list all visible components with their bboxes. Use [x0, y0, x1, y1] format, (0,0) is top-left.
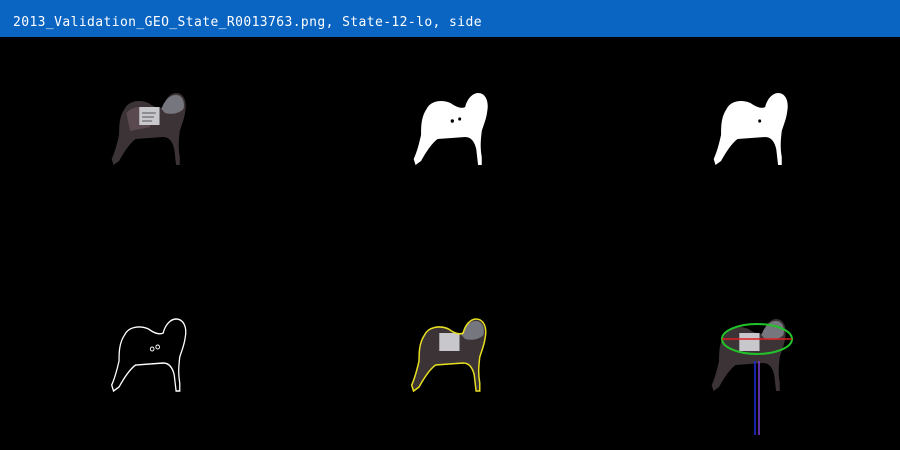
panel-mask	[300, 37, 600, 243]
panel-fit	[600, 243, 900, 449]
panel-overlay	[300, 243, 600, 449]
filled-mask-image	[713, 93, 788, 165]
panel-original	[0, 37, 300, 243]
original-image	[111, 93, 186, 165]
window-titlebar[interactable]: 2013_Validation_GEO_State_R0013763.png, …	[0, 0, 900, 37]
binary-mask-image	[413, 93, 488, 165]
collar-tag	[139, 107, 160, 125]
image-grid	[0, 37, 900, 450]
panel-mask-filled	[600, 37, 900, 243]
panel-contour	[0, 243, 300, 449]
fit-image	[711, 319, 793, 435]
window-title: 2013_Validation_GEO_State_R0013763.png, …	[13, 15, 482, 30]
contour-image	[110, 318, 187, 392]
overlay-image	[410, 318, 487, 392]
